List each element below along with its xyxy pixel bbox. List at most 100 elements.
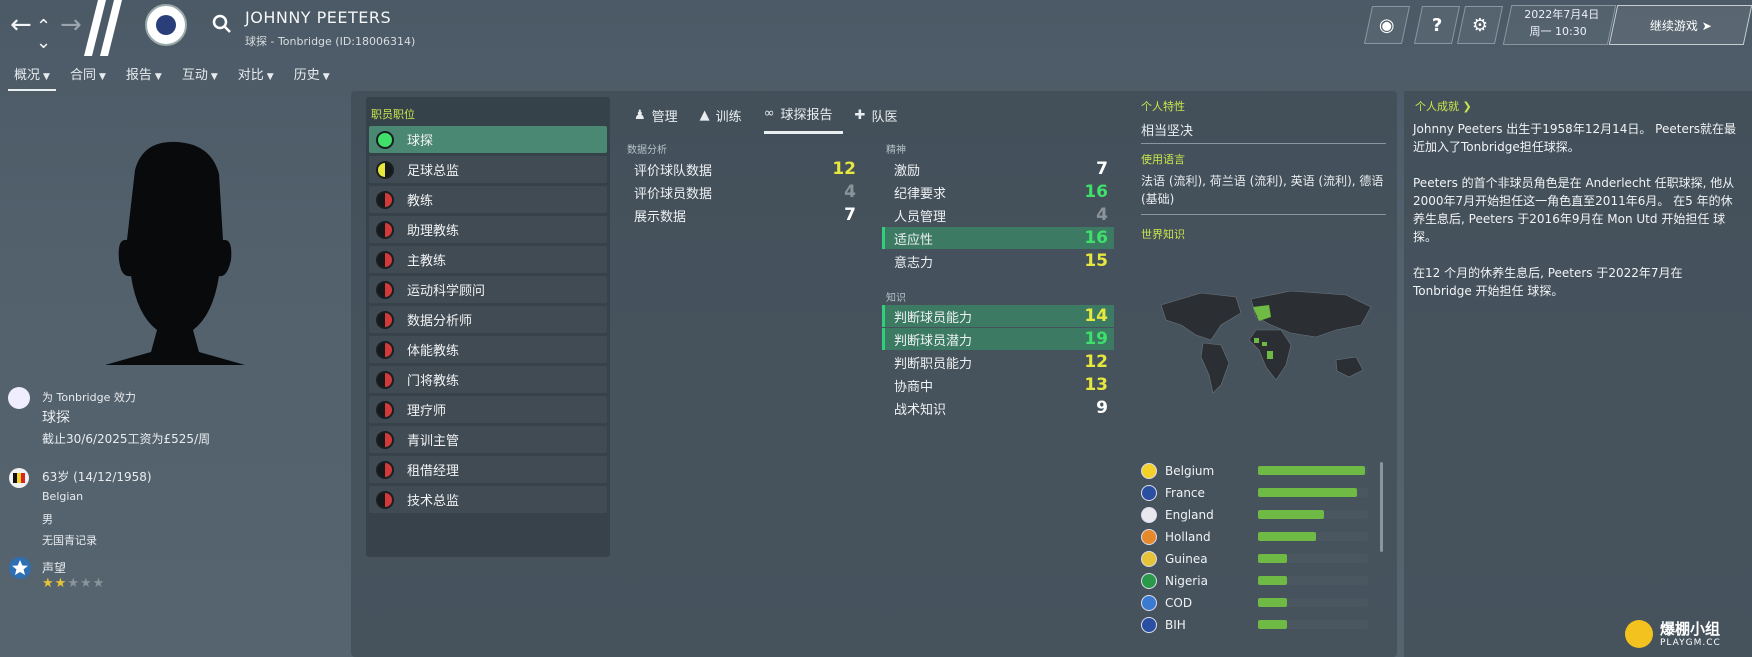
date-display[interactable]: 2022年7月4日 周一 10:30 <box>1502 5 1617 45</box>
back-button[interactable]: ← <box>10 10 32 40</box>
reputation-stars: ★★★★★ <box>42 576 106 591</box>
nation-row[interactable]: Belgium <box>1141 460 1369 482</box>
knowledge-bar <box>1258 488 1368 497</box>
role-item[interactable]: 技术总监 <box>369 486 607 513</box>
role-suitability-icon <box>376 430 394 449</box>
chevron-down-icon: ▼ <box>43 72 50 82</box>
role-item[interactable]: 主教练 <box>369 246 607 273</box>
attribute-label: 协商中 <box>894 379 934 395</box>
role-item[interactable]: 运动科学顾问 <box>369 276 607 303</box>
watermark-logo <box>1625 620 1653 648</box>
role-item[interactable]: 租借经理 <box>369 456 607 483</box>
role-label: 主教练 <box>407 254 447 269</box>
flag-icon <box>1141 463 1157 479</box>
stripes-decoration <box>84 0 122 56</box>
attribute-value: 4 <box>844 182 856 202</box>
nation-row[interactable]: Nigeria <box>1141 570 1369 592</box>
knowledge-bar-fill <box>1258 576 1287 585</box>
role-suitability-icon <box>376 310 394 329</box>
menu-history[interactable]: 历史 ▼ <box>288 64 336 91</box>
contract-info: 截止30/6/2025工资为£525/周 <box>42 432 211 446</box>
knowledge-title: 知识 <box>886 293 906 304</box>
knowledge-bar <box>1258 466 1368 475</box>
attribute-value: 14 <box>1084 306 1108 326</box>
attribute-row: 适应性 16 <box>882 227 1114 249</box>
nation-row[interactable]: COD <box>1141 592 1369 614</box>
role-item[interactable]: 理疗师 <box>369 396 607 423</box>
nation-row[interactable]: Guinea <box>1141 548 1369 570</box>
nation-name: COD <box>1165 596 1193 610</box>
tab-scouting[interactable]: ∞ 球探报告 <box>763 104 843 134</box>
role-item[interactable]: 青训主管 <box>369 426 607 453</box>
role-item[interactable]: 教练 <box>369 186 607 213</box>
watermark-text: 爆棚小组 <box>1660 620 1721 638</box>
forward-button[interactable]: → <box>60 10 82 40</box>
attribute-label: 激励 <box>894 163 921 179</box>
menu-contract[interactable]: 合同 ▼ <box>64 64 112 91</box>
role-label: 运动科学顾问 <box>407 284 486 299</box>
continue-label: 继续游戏 <box>1649 18 1698 33</box>
nation-row[interactable]: France <box>1141 482 1369 504</box>
menu-overview[interactable]: 概况 ▼ <box>8 64 56 91</box>
nation-name: Guinea <box>1165 552 1208 566</box>
knowledge-bar-fill <box>1258 554 1287 563</box>
menu-interact[interactable]: 互动 ▼ <box>176 64 224 91</box>
tab-management[interactable]: ♟ 管理 <box>634 104 688 134</box>
attribute-value: 19 <box>1084 329 1108 349</box>
medical-kit-icon: ✚ <box>854 107 866 123</box>
chevron-down-icon: ▼ <box>322 72 330 82</box>
role-label: 教练 <box>407 194 434 209</box>
menu-compare[interactable]: 对比 ▼ <box>232 64 280 91</box>
star-icon <box>8 556 32 583</box>
nation-row[interactable]: BIH <box>1141 614 1369 636</box>
nation-name: BIH <box>1165 618 1186 632</box>
scrollbar[interactable] <box>1380 462 1383 552</box>
attribute-value: 15 <box>1084 251 1108 271</box>
knowledge-bar-fill <box>1258 510 1324 519</box>
nation-name: England <box>1165 508 1214 522</box>
flag-icon <box>1141 573 1157 589</box>
plays-for-row <box>8 387 30 409</box>
attribute-row: 判断职员能力 12 <box>882 351 1114 373</box>
continue-button[interactable]: 继续游戏 ➤ <box>1608 5 1752 45</box>
flag-icon <box>1141 485 1157 501</box>
role-item[interactable]: 体能教练 <box>369 336 607 363</box>
role-item[interactable]: 足球总监 <box>369 156 607 183</box>
knowledge-bar <box>1258 620 1368 629</box>
role-suitability-icon <box>376 160 394 179</box>
role-suitability-icon <box>376 280 394 299</box>
attribute-label: 评价球队数据 <box>634 163 713 179</box>
help-button[interactable]: ? <box>1413 6 1461 44</box>
attribute-row: 协商中 13 <box>882 374 1114 396</box>
nation-row[interactable]: England <box>1141 504 1369 526</box>
main-menu: 概况 ▼ 合同 ▼ 报告 ▼ 互动 ▼ 对比 ▼ 历史 ▼ <box>8 64 344 91</box>
nation-row[interactable]: Holland <box>1141 526 1369 548</box>
attribute-label: 人员管理 <box>894 209 947 225</box>
manager-button[interactable]: ◉ <box>1363 6 1411 44</box>
achievements-link[interactable]: 个人成就 ❯ <box>1415 98 1472 114</box>
watermark-sub: PLAYGM.CC <box>1660 638 1721 648</box>
attribute-row: 展示数据 7 <box>622 204 862 226</box>
role-item[interactable]: 门将教练 <box>369 366 607 393</box>
time-text: 周一 10:30 <box>1529 25 1587 38</box>
role-item[interactable]: 数据分析师 <box>369 306 607 333</box>
tab-medical[interactable]: ✚ 队医 <box>855 104 908 134</box>
role-item[interactable]: 助理教练 <box>369 216 607 243</box>
attribute-label: 判断球员潜力 <box>894 333 973 349</box>
attribute-row: 判断球员能力 14 <box>882 305 1114 327</box>
up-down-icon[interactable]: ⌃ ⌄ <box>36 12 51 72</box>
attribute-value: 16 <box>1084 182 1108 202</box>
role-label: 体能教练 <box>407 344 460 359</box>
role-item[interactable]: 球探 <box>369 126 607 153</box>
tab-training[interactable]: ▲ 训练 <box>700 104 752 134</box>
search-icon[interactable] <box>212 14 232 34</box>
role-label: 租借经理 <box>407 464 460 479</box>
attribute-row: 人员管理 4 <box>882 204 1114 226</box>
data-analysis-title: 数据分析 <box>627 145 667 156</box>
settings-button[interactable]: ⚙ <box>1456 6 1504 44</box>
traits-title: 个人特性 <box>1141 100 1185 113</box>
age-text: 63岁 (14/12/1958) <box>42 470 152 484</box>
menu-reports[interactable]: 报告 ▼ <box>120 64 168 91</box>
role-suitability-icon <box>376 190 394 209</box>
role-suitability-icon <box>376 250 394 269</box>
